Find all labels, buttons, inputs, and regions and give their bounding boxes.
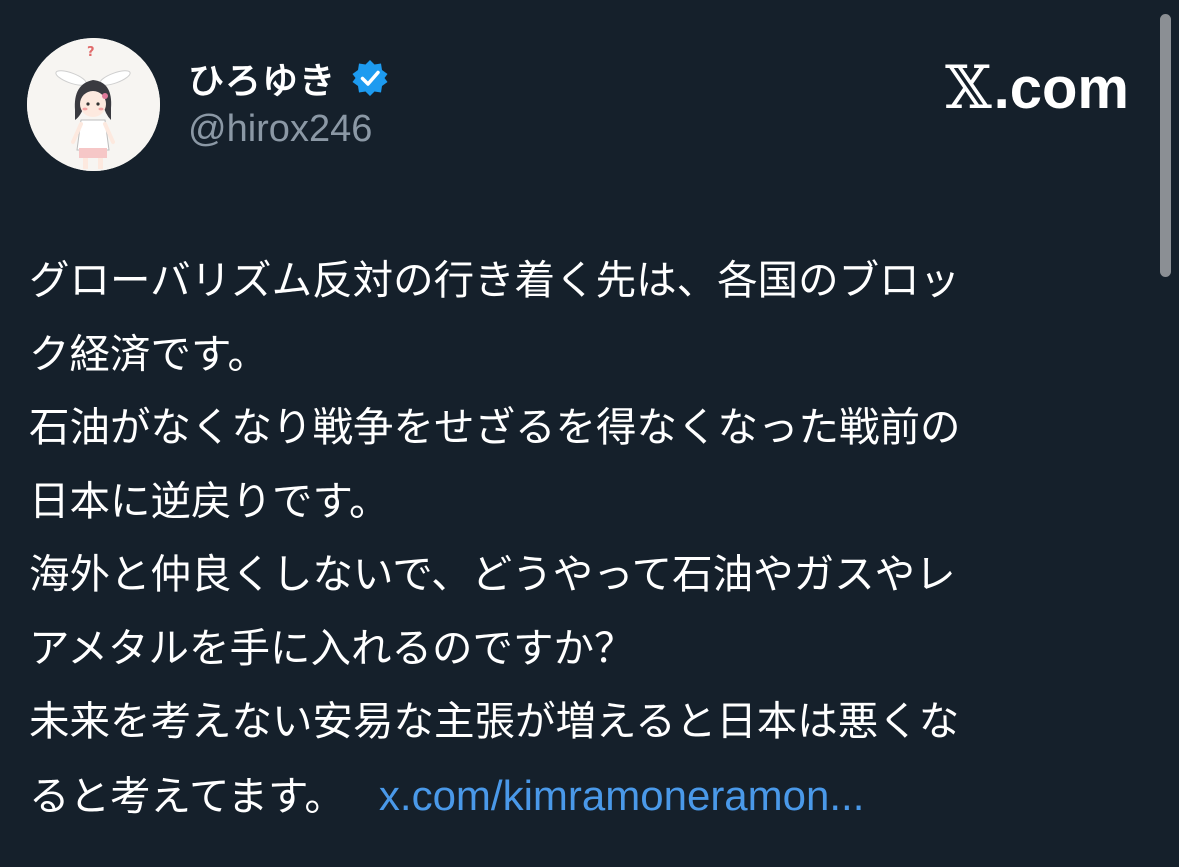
scrollbar-thumb[interactable] [1160,14,1171,277]
tweet-line: ク経済です。 [29,329,268,378]
user-handle[interactable]: @hirox246 [188,108,372,151]
source-logo: 𝕏 .com [945,53,1129,123]
author-name-row: ひろゆき [188,50,390,106]
tweet-line: 石油がなくなり戦争をせざるを得なくなった戦前の [29,403,961,451]
x-logo-icon: 𝕏 [945,53,992,123]
tweet-link[interactable]: x.com/kimramoneramon... [379,772,864,819]
tweet-line: アメタルを手に入れるのですか？ [29,623,635,672]
tweet-line: グローバリズム反対の行き着く先は、各国のブロッ [29,256,961,304]
verified-badge-icon [350,58,390,98]
tweet-line: 海外と仲良くしないで、どうやって石油やガスやレ [29,550,956,598]
tweet-text: グローバリズム反対の行き着く先は、各国のブロッ ク経済です。 石油がなくなり戦争… [29,244,1139,833]
source-domain-suffix: .com [993,55,1129,121]
display-name[interactable]: ひろゆき [188,52,336,104]
tweet-line: 未来を考えない安易な主張が増えると日本は悪くな [29,697,960,745]
tweet-last-line: ると考えてます。 x.com/kimramoneramon... [29,759,1139,834]
tweet-line: ると考えてます。 [29,771,345,820]
avatar-illustration: ? [27,38,160,171]
svg-text:?: ? [87,45,95,60]
avatar[interactable]: ? [27,38,160,171]
tweet-line: 日本に逆戻りです。 [29,476,390,525]
